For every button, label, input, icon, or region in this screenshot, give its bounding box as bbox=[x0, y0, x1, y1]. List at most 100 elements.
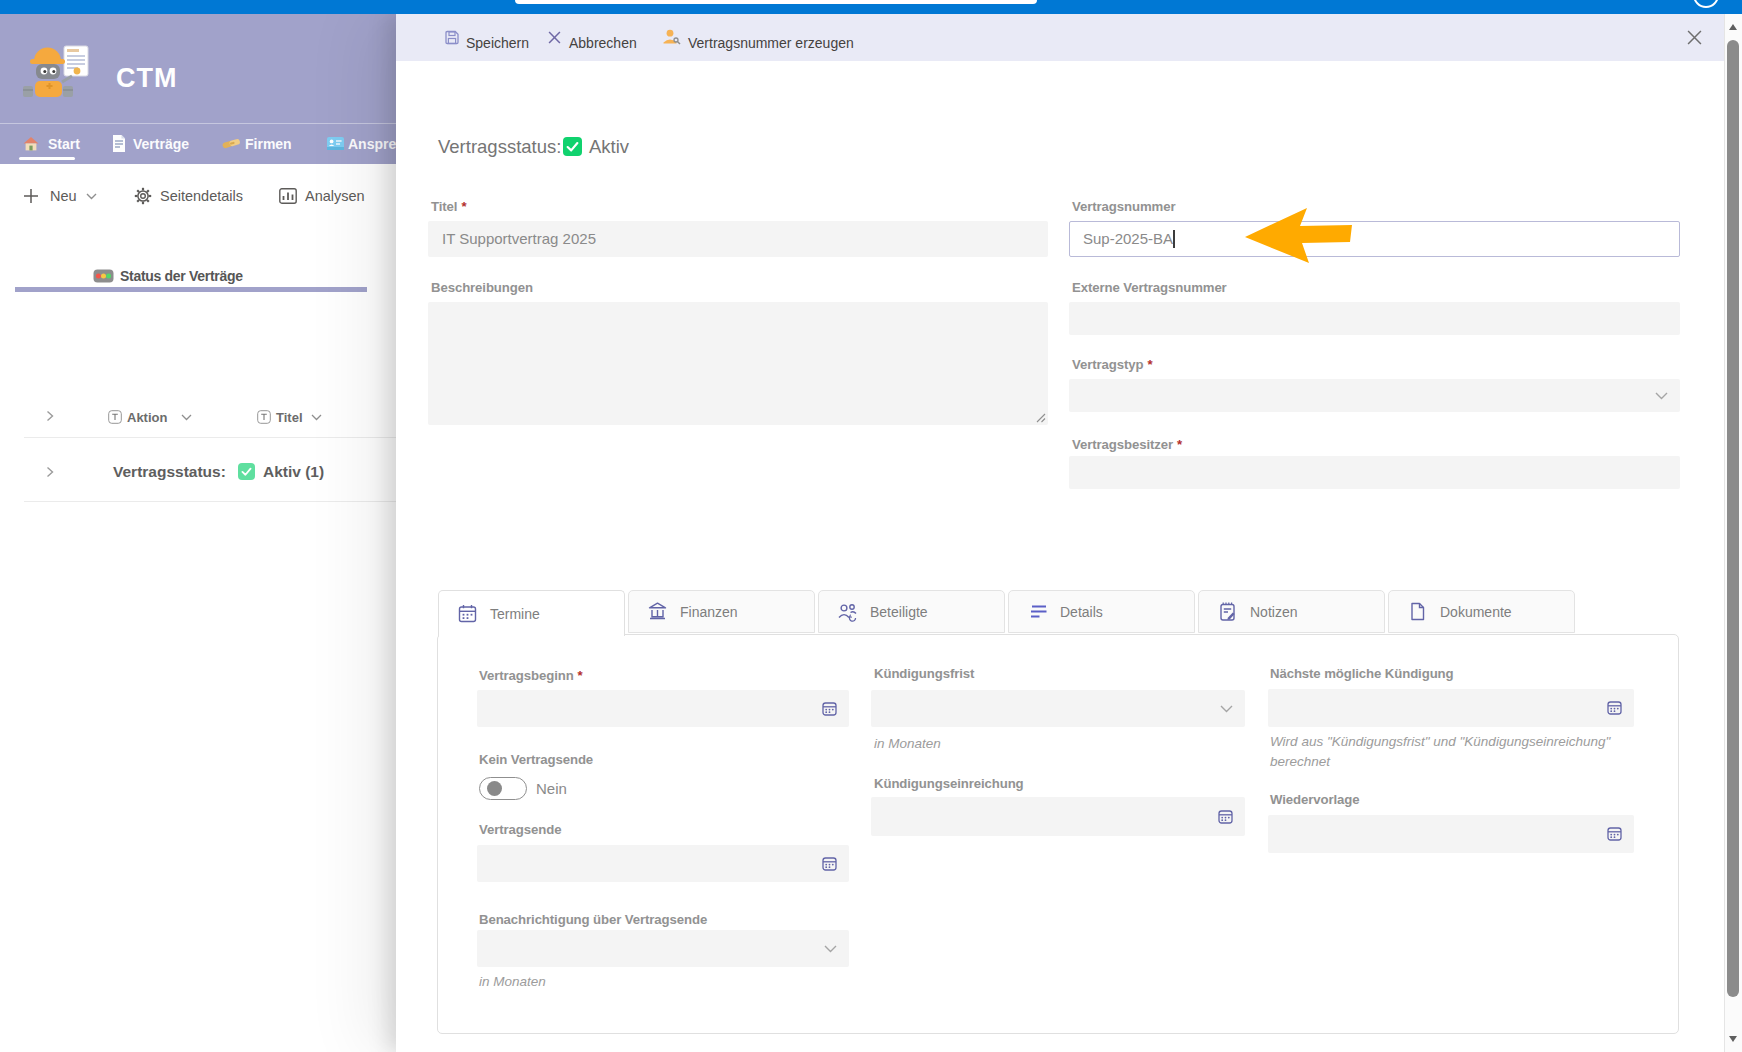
vertragsbesitzer-input[interactable] bbox=[1069, 456, 1680, 489]
sidebar-header: CTM bbox=[0, 14, 400, 123]
benachrichtigung-label: Benachrichtigung über Vertragsende bbox=[479, 912, 707, 927]
kuendigungseinreichung-label: Kündigungseinreichung bbox=[874, 776, 1024, 791]
nav-item-firmen-label: Firmen bbox=[245, 136, 292, 152]
resize-handle-icon[interactable] bbox=[1034, 411, 1046, 423]
vertragsende-date-input[interactable] bbox=[477, 845, 849, 882]
suite-bar bbox=[0, 0, 1742, 14]
calendar-picker-icon[interactable] bbox=[1606, 699, 1623, 716]
dropdown-chevron-icon bbox=[824, 945, 837, 953]
vertragsende-label: Vertragsende bbox=[479, 822, 561, 837]
document-icon bbox=[112, 135, 126, 152]
people-icon bbox=[837, 601, 858, 622]
text-column-icon bbox=[108, 410, 122, 424]
kuendigungseinreichung-date-input[interactable] bbox=[871, 797, 1245, 836]
vertragsnummer-label: Vertragsnummer bbox=[1072, 199, 1175, 214]
tab-notizen[interactable]: Notizen bbox=[1198, 590, 1385, 633]
tab-dokumente-label: Dokumente bbox=[1440, 604, 1512, 620]
lines-icon bbox=[1027, 601, 1048, 622]
close-panel-icon[interactable] bbox=[1687, 30, 1702, 45]
traffic-light-icon bbox=[93, 269, 114, 283]
app-logo bbox=[22, 40, 92, 106]
kuendigungsfrist-helper: in Monaten bbox=[874, 736, 941, 751]
calendar-picker-icon[interactable] bbox=[821, 700, 838, 717]
column-header-aktion-label: Aktion bbox=[127, 410, 167, 425]
beschreibungen-label: Beschreibungen bbox=[431, 280, 533, 295]
titel-input[interactable]: IT Supportvertrag 2025 bbox=[428, 221, 1048, 257]
expand-chevron-icon[interactable] bbox=[46, 410, 54, 422]
toolbar-page-details-label: Seitendetails bbox=[160, 188, 243, 204]
contact-card-icon bbox=[327, 137, 344, 150]
naechste-kuendigung-date-input[interactable] bbox=[1268, 689, 1634, 727]
kuendigungsfrist-dropdown[interactable] bbox=[871, 690, 1245, 727]
scrollbar-thumb[interactable] bbox=[1727, 40, 1739, 997]
tab-termine[interactable]: Termine bbox=[438, 590, 625, 636]
chevron-down-icon bbox=[311, 414, 322, 421]
suite-search-box[interactable] bbox=[515, 0, 1037, 4]
nav-item-vertraege-label: Verträge bbox=[133, 136, 189, 152]
kein-vertragsende-toggle-value: Nein bbox=[536, 780, 567, 797]
home-icon bbox=[23, 136, 39, 152]
save-button-label: Speichern bbox=[466, 36, 529, 51]
tab-finanzen[interactable]: Finanzen bbox=[628, 590, 815, 633]
notepad-icon bbox=[1217, 601, 1238, 622]
tab-dokumente[interactable]: Dokumente bbox=[1388, 590, 1575, 633]
nav-active-underline bbox=[19, 157, 75, 160]
panel-command-bar: Speichern Abbrechen Vertragsnummer erzeu… bbox=[396, 14, 1724, 61]
group-row-value: Aktiv (1) bbox=[263, 463, 324, 481]
calendar-picker-icon[interactable] bbox=[1606, 825, 1623, 842]
suite-avatar[interactable] bbox=[1693, 0, 1719, 8]
text-cursor bbox=[1173, 230, 1175, 248]
calendar-icon bbox=[457, 603, 478, 624]
vertragsnummer-input-value: Sup-2025-BA bbox=[1070, 222, 1173, 256]
vertragsnummer-input[interactable]: Sup-2025-BA bbox=[1069, 221, 1680, 257]
calendar-picker-icon[interactable] bbox=[1217, 808, 1234, 825]
externe-vertragsnummer-label: Externe Vertragsnummer bbox=[1072, 280, 1227, 295]
person-key-icon bbox=[662, 28, 681, 46]
webpart-title: Status der Verträge bbox=[120, 268, 243, 284]
group-status-check-icon bbox=[238, 463, 255, 480]
list-divider bbox=[24, 437, 396, 438]
toolbar-analytics-label: Analysen bbox=[305, 188, 365, 204]
annotation-arrow bbox=[1243, 205, 1355, 265]
dropdown-chevron-icon bbox=[1655, 392, 1668, 400]
tab-termine-label: Termine bbox=[490, 606, 540, 622]
wiedervorlage-label: Wiedervorlage bbox=[1270, 792, 1359, 807]
nav-item-start-label: Start bbox=[48, 136, 80, 152]
form-status-label: Vertragsstatus: bbox=[438, 136, 561, 158]
vertragstyp-label: Vertragstyp* bbox=[1072, 357, 1153, 372]
benachrichtigung-helper: in Monaten bbox=[479, 974, 546, 989]
group-expand-chevron-icon[interactable] bbox=[46, 466, 54, 478]
cancel-x-icon bbox=[548, 31, 561, 44]
tab-details[interactable]: Details bbox=[1008, 590, 1195, 633]
calendar-picker-icon[interactable] bbox=[821, 855, 838, 872]
benachrichtigung-dropdown[interactable] bbox=[477, 930, 849, 967]
text-column-icon bbox=[257, 410, 271, 424]
page-scrollbar[interactable] bbox=[1724, 14, 1742, 1052]
titel-label: Titel* bbox=[431, 199, 466, 214]
handshake-icon bbox=[222, 137, 241, 150]
wiedervorlage-date-input[interactable] bbox=[1268, 815, 1634, 853]
save-icon bbox=[444, 29, 460, 46]
titel-input-value: IT Supportvertrag 2025 bbox=[428, 221, 1048, 257]
column-header-titel-label: Titel bbox=[276, 410, 303, 425]
bank-icon bbox=[647, 601, 668, 622]
tab-beteiligte[interactable]: Beteiligte bbox=[818, 590, 1005, 633]
kuendigungsfrist-label: Kündigungsfrist bbox=[874, 666, 974, 681]
vertragstyp-dropdown[interactable] bbox=[1069, 379, 1680, 412]
toggle-knob bbox=[487, 781, 502, 796]
vertragsbesitzer-label: Vertragsbesitzer* bbox=[1072, 437, 1182, 452]
naechste-kuendigung-helper-line2: berechnet bbox=[1270, 754, 1330, 769]
kein-vertragsende-toggle[interactable] bbox=[479, 777, 527, 800]
kein-vertragsende-label: Kein Vertragsende bbox=[479, 752, 593, 767]
beschreibungen-textarea[interactable] bbox=[428, 302, 1048, 425]
scrollbar-down-arrow[interactable] bbox=[1729, 1036, 1737, 1042]
vertragsbeginn-label: Vertragsbeginn* bbox=[479, 668, 583, 683]
tab-details-label: Details bbox=[1060, 604, 1103, 620]
top-nav: Start Verträge Firmen Ansprechpartner bbox=[0, 123, 400, 164]
naechste-kuendigung-helper-line1: Wird aus "Kündigungsfrist" und "Kündigun… bbox=[1270, 734, 1610, 749]
tab-notizen-label: Notizen bbox=[1250, 604, 1297, 620]
cancel-button-label: Abbrechen bbox=[569, 36, 637, 51]
externe-vertragsnummer-input[interactable] bbox=[1069, 302, 1680, 335]
scrollbar-up-arrow[interactable] bbox=[1729, 24, 1737, 30]
vertragsbeginn-date-input[interactable] bbox=[477, 690, 849, 727]
